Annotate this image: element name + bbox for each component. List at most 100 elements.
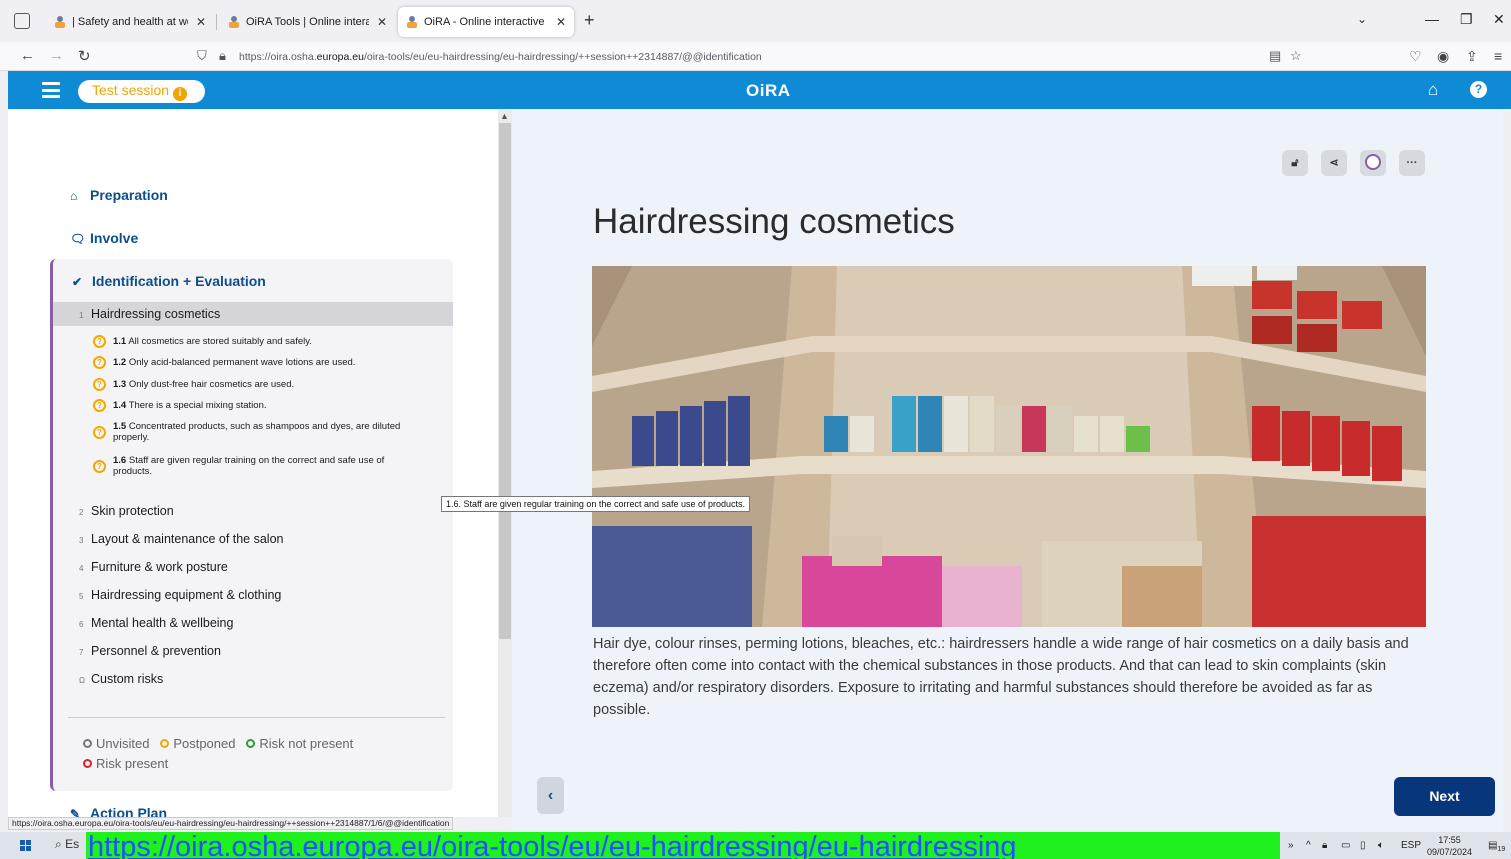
new-tab-button[interactable]: + xyxy=(584,10,595,31)
nav-preparation[interactable]: ⌂ Preparation xyxy=(70,187,168,203)
question-item[interactable]: ? 1.1 All cosmetics are stored suitably a… xyxy=(93,335,423,348)
action-plan-icon: ✎ xyxy=(70,807,81,817)
pocket-icon[interactable]: ♡ xyxy=(1409,48,1422,65)
module-item[interactable]: 6 Mental health & wellbeing xyxy=(53,611,453,635)
url-text[interactable]: https://oira.osha.europa.eu/oira-tools/e… xyxy=(239,51,762,63)
postponed-icon xyxy=(160,739,170,748)
page-title: Hairdressing cosmetics xyxy=(593,202,955,241)
close-window-button[interactable]: ✕ xyxy=(1493,11,1505,28)
home-icon: ⌂ xyxy=(70,189,78,203)
question-item[interactable]: ? 1.5 Concentrated products, such as sham… xyxy=(93,421,423,443)
forward-arrow-icon[interactable]: → xyxy=(49,47,64,64)
volume-icon[interactable]: 🔈︎ xyxy=(1378,840,1384,851)
nav-action-plan[interactable]: ✎ Action Plan xyxy=(70,805,167,817)
scrollbar-thumb[interactable] xyxy=(499,123,511,639)
status-legend: Unvisited Postponed Risk not present xyxy=(83,736,353,751)
check-circle-icon: ✔ xyxy=(72,275,83,289)
tooltip: 1.6. Staff are given regular training on… xyxy=(441,496,751,512)
tab-overview-icon[interactable] xyxy=(14,13,30,29)
chat-icon: 🗨︎ xyxy=(70,232,86,246)
module-item[interactable]: 2 Skin protection xyxy=(53,499,453,523)
chevron-down-icon[interactable]: ⌄ xyxy=(1357,12,1367,26)
question-item[interactable]: ? 1.4 There is a special mixing station. xyxy=(93,399,423,412)
unvisited-icon xyxy=(83,739,92,748)
divider xyxy=(68,717,445,718)
highlighted-url-overlay: https://oira.osha.europa.eu/oira-tools/e… xyxy=(86,832,1280,859)
module-item[interactable]: 4 Furniture & work posture xyxy=(53,555,453,579)
bookmark-star-icon[interactable]: ☆ xyxy=(1290,48,1302,64)
module-item[interactable]: 7 Personnel & prevention xyxy=(53,639,453,663)
network-icon[interactable]: ▯ xyxy=(1360,840,1366,851)
shield-icon[interactable]: ⛉ xyxy=(197,48,207,64)
module-item[interactable]: 5 Hairdressing equipment & clothing xyxy=(53,583,453,607)
status-bar-url: https://oira.osha.europa.eu/oira-tools/e… xyxy=(8,817,454,830)
nav-identification-evaluation[interactable]: ✔ Identification + Evaluation xyxy=(72,273,266,289)
next-button[interactable]: Next xyxy=(1394,777,1495,816)
risk-present-icon xyxy=(83,759,92,768)
close-icon[interactable]: ✕ xyxy=(556,15,566,29)
browser-tab-1[interactable]: | Safety and health at work EU-O ✕ xyxy=(46,7,214,37)
lock-icon[interactable]: 🔓︎ xyxy=(1282,150,1308,176)
windows-start-icon[interactable] xyxy=(20,840,32,852)
info-icon: i xyxy=(173,87,188,101)
home-icon[interactable]: ⌂ xyxy=(1428,80,1438,100)
postponed-icon: ? xyxy=(93,426,106,439)
restore-button[interactable]: ❐ xyxy=(1460,11,1473,28)
share-icon[interactable]: ⋖ xyxy=(1321,150,1347,176)
address-bar[interactable]: ⛉ 🔒︎ https://oira.osha.europa.eu/oira-to… xyxy=(188,45,1310,69)
module-item[interactable]: 1 Hairdressing cosmetics xyxy=(53,302,453,326)
language-indicator[interactable]: ESP xyxy=(1401,840,1421,851)
scroll-up-icon[interactable]: ▲ xyxy=(500,111,509,121)
account-icon[interactable]: ◉ xyxy=(1437,48,1449,65)
previous-button[interactable]: ‹ xyxy=(537,777,564,814)
app-logo[interactable]: OiRA xyxy=(746,81,791,101)
session-badge[interactable]: Test session i xyxy=(78,80,205,103)
chevron-up-icon[interactable]: ^ xyxy=(1306,840,1311,851)
main-content: 🔓︎ ⋖ ··· Hairdressing cosmetics Hair dye… xyxy=(512,109,1503,832)
question-item[interactable]: ? 1.2 Only acid-balanced permanent wave l… xyxy=(93,356,423,369)
sidebar-scrollbar[interactable]: ▲ xyxy=(498,109,512,817)
shelving-illustration xyxy=(592,266,1426,627)
status-legend-2: Risk present xyxy=(83,756,168,771)
help-icon[interactable]: ? xyxy=(1470,81,1487,98)
postponed-icon: ? xyxy=(93,378,106,391)
identification-section: ✔ Identification + Evaluation 1 Hairdressi… xyxy=(50,259,453,791)
app-header: Test session i OiRA ⌂ ? xyxy=(8,71,1511,109)
close-icon[interactable]: ✕ xyxy=(196,15,206,29)
close-icon[interactable]: ✕ xyxy=(377,15,387,29)
clock[interactable]: 17:55 09/07/2024 xyxy=(1427,834,1472,858)
postponed-icon: ? xyxy=(93,335,106,348)
extensions-icon[interactable]: ⇪ xyxy=(1466,48,1478,65)
status-toggle-button[interactable] xyxy=(1360,150,1386,176)
not-present-icon xyxy=(246,739,256,748)
hamburger-menu-icon[interactable] xyxy=(42,82,60,98)
menu-icon[interactable]: ≡ xyxy=(1494,48,1502,64)
browser-tab-bar: | Safety and health at work EU-O ✕ OiRA … xyxy=(0,0,1511,42)
more-options-icon[interactable]: ··· xyxy=(1399,150,1425,176)
tray-overflow-icon[interactable]: » xyxy=(1288,840,1294,851)
chevron-left-icon: ‹ xyxy=(547,787,554,804)
minimize-button[interactable]: — xyxy=(1425,11,1439,27)
module-item[interactable]: 3 Layout & maintenance of the salon xyxy=(53,527,453,551)
postponed-icon: ? xyxy=(93,399,106,412)
tab-favicon-icon xyxy=(406,16,418,28)
question-item[interactable]: ? 1.6 Staff are given regular training on… xyxy=(93,455,423,477)
tab-favicon-icon xyxy=(228,16,240,28)
browser-tab-3-active[interactable]: OiRA - Online interactive Risk A ✕ xyxy=(398,7,574,37)
reload-icon[interactable]: ↻ xyxy=(78,47,91,65)
taskbar-search[interactable]: ⌕ Es xyxy=(55,837,79,852)
reader-view-icon[interactable]: ▤ xyxy=(1269,48,1281,64)
module-item[interactable]: Ω Custom risks xyxy=(53,667,453,691)
postponed-icon: ? xyxy=(93,356,106,369)
module-description: Hair dye, colour rinses, perming lotions… xyxy=(593,636,1409,718)
sidebar-navigation: ⌂ Preparation 🗨︎ Involve ✔ Identification +… xyxy=(8,109,498,817)
nav-involve[interactable]: 🗨︎ Involve xyxy=(70,230,138,246)
question-item[interactable]: ? 1.3 Only dust-free hair cosmetics are u… xyxy=(93,378,423,391)
tab-favicon-icon xyxy=(54,16,66,28)
lock-icon[interactable]: 🔒︎ xyxy=(219,48,226,64)
security-icon[interactable]: 🔒︎ xyxy=(1322,840,1327,851)
notification-icon[interactable]: ▤19 xyxy=(1488,840,1505,853)
browser-tab-2[interactable]: OiRA Tools | Online interactive R ✕ xyxy=(220,7,395,37)
battery-icon[interactable]: ▭ xyxy=(1341,840,1350,851)
back-arrow-icon[interactable]: ← xyxy=(20,47,35,64)
